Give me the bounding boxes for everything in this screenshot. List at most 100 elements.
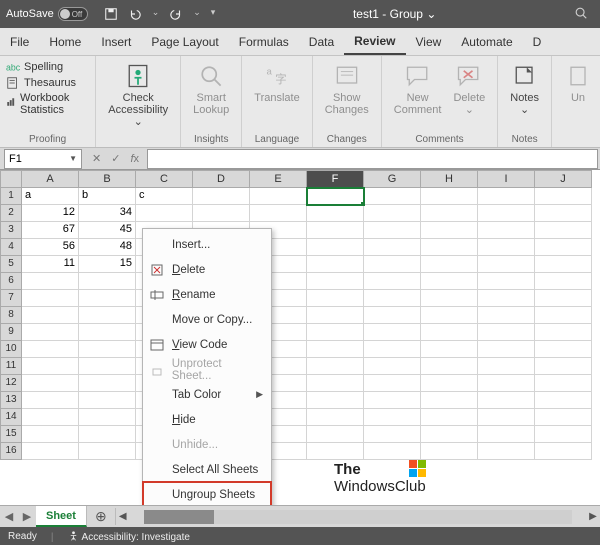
ctx-insert[interactable]: Insert... <box>143 232 271 257</box>
cell[interactable] <box>421 307 478 324</box>
scroll-thumb[interactable] <box>144 510 214 524</box>
cancel-icon[interactable]: ✕ <box>92 152 101 165</box>
cell[interactable] <box>364 222 421 239</box>
cell[interactable] <box>535 239 592 256</box>
show-changes-button[interactable]: ShowChanges <box>319 60 375 118</box>
cell[interactable]: c <box>136 188 193 205</box>
cell[interactable] <box>307 341 364 358</box>
qat-customize-icon[interactable]: ▾ <box>211 7 216 21</box>
tab-formulas[interactable]: Formulas <box>229 28 299 55</box>
notes-button[interactable]: Notes⌄ <box>504 60 545 118</box>
row-header[interactable]: 15 <box>0 426 22 443</box>
cell[interactable] <box>22 375 79 392</box>
new-sheet-button[interactable]: ⊕ <box>87 508 116 525</box>
name-box[interactable]: F1 ▼ <box>4 149 82 169</box>
cell[interactable] <box>478 273 535 290</box>
cell[interactable] <box>364 324 421 341</box>
fx-icon[interactable]: fx <box>130 153 139 165</box>
thesaurus-button[interactable]: Thesaurus <box>6 76 89 90</box>
scroll-right-icon[interactable]: ▶ <box>586 511 600 522</box>
check-accessibility-button[interactable]: CheckAccessibility ⌄ <box>102 60 174 130</box>
tab-page-layout[interactable]: Page Layout <box>141 28 228 55</box>
row-header[interactable]: 14 <box>0 409 22 426</box>
col-header-c[interactable]: C <box>136 170 193 188</box>
cell[interactable] <box>478 222 535 239</box>
cell[interactable] <box>421 443 478 460</box>
cell[interactable] <box>22 341 79 358</box>
cell[interactable] <box>136 205 193 222</box>
smart-lookup-button[interactable]: SmartLookup <box>187 60 235 118</box>
translate-button[interactable]: a字 Translate <box>248 60 305 106</box>
row-header[interactable]: 16 <box>0 443 22 460</box>
row-header[interactable]: 11 <box>0 358 22 375</box>
row-header[interactable]: 12 <box>0 375 22 392</box>
cell[interactable]: 45 <box>79 222 136 239</box>
ctx-rename[interactable]: Rename <box>143 282 271 307</box>
cell[interactable] <box>421 426 478 443</box>
cell[interactable] <box>421 273 478 290</box>
cell[interactable] <box>535 392 592 409</box>
cell[interactable] <box>79 341 136 358</box>
cell[interactable] <box>535 188 592 205</box>
toggle-track[interactable]: Off <box>58 7 88 21</box>
cell[interactable] <box>421 358 478 375</box>
cell[interactable] <box>22 426 79 443</box>
cell[interactable] <box>535 205 592 222</box>
tab-review[interactable]: Review <box>344 28 405 55</box>
cell[interactable] <box>22 443 79 460</box>
cell[interactable] <box>22 392 79 409</box>
cell[interactable] <box>22 273 79 290</box>
cell[interactable] <box>478 358 535 375</box>
cell[interactable] <box>535 307 592 324</box>
cell[interactable] <box>421 256 478 273</box>
tab-file[interactable]: File <box>0 28 39 55</box>
cell[interactable] <box>364 188 421 205</box>
workbook-stats-button[interactable]: Workbook Statistics <box>6 92 89 116</box>
cell[interactable] <box>250 205 307 222</box>
col-header-g[interactable]: G <box>364 170 421 188</box>
cell[interactable] <box>478 188 535 205</box>
autosave-toggle[interactable]: AutoSave Off <box>6 7 88 21</box>
cell[interactable] <box>535 426 592 443</box>
cell[interactable] <box>22 358 79 375</box>
cell[interactable] <box>79 426 136 443</box>
cell[interactable] <box>421 188 478 205</box>
cell[interactable] <box>535 290 592 307</box>
cell[interactable] <box>250 188 307 205</box>
tab-automate[interactable]: Automate <box>451 28 522 55</box>
cell[interactable] <box>307 324 364 341</box>
cell[interactable] <box>307 290 364 307</box>
cell[interactable] <box>79 307 136 324</box>
cell[interactable] <box>535 341 592 358</box>
cell[interactable] <box>478 426 535 443</box>
cell[interactable] <box>307 409 364 426</box>
cell[interactable] <box>364 273 421 290</box>
cell[interactable] <box>79 358 136 375</box>
cell[interactable] <box>535 358 592 375</box>
ctx-hide[interactable]: Hide <box>143 407 271 432</box>
cell[interactable] <box>478 307 535 324</box>
cell[interactable] <box>421 324 478 341</box>
col-header-b[interactable]: B <box>79 170 136 188</box>
cell[interactable]: 56 <box>22 239 79 256</box>
cell[interactable] <box>478 375 535 392</box>
cell[interactable] <box>478 290 535 307</box>
title-dropdown-icon[interactable]: ⌄ <box>426 7 436 21</box>
cell[interactable] <box>535 256 592 273</box>
status-accessibility[interactable]: Accessibility: Investigate <box>51 530 190 543</box>
cell[interactable] <box>535 222 592 239</box>
delete-comment-button[interactable]: Delete⌄ <box>447 60 491 118</box>
cell[interactable] <box>22 307 79 324</box>
cell[interactable] <box>364 256 421 273</box>
cell[interactable]: a <box>22 188 79 205</box>
cell[interactable] <box>364 358 421 375</box>
cell[interactable]: 34 <box>79 205 136 222</box>
cell[interactable] <box>307 188 364 205</box>
row-header[interactable]: 3 <box>0 222 22 239</box>
cell[interactable] <box>79 392 136 409</box>
tab-insert[interactable]: Insert <box>91 28 141 55</box>
cell[interactable] <box>478 205 535 222</box>
cell[interactable] <box>535 409 592 426</box>
row-header[interactable]: 6 <box>0 273 22 290</box>
row-header[interactable]: 5 <box>0 256 22 273</box>
